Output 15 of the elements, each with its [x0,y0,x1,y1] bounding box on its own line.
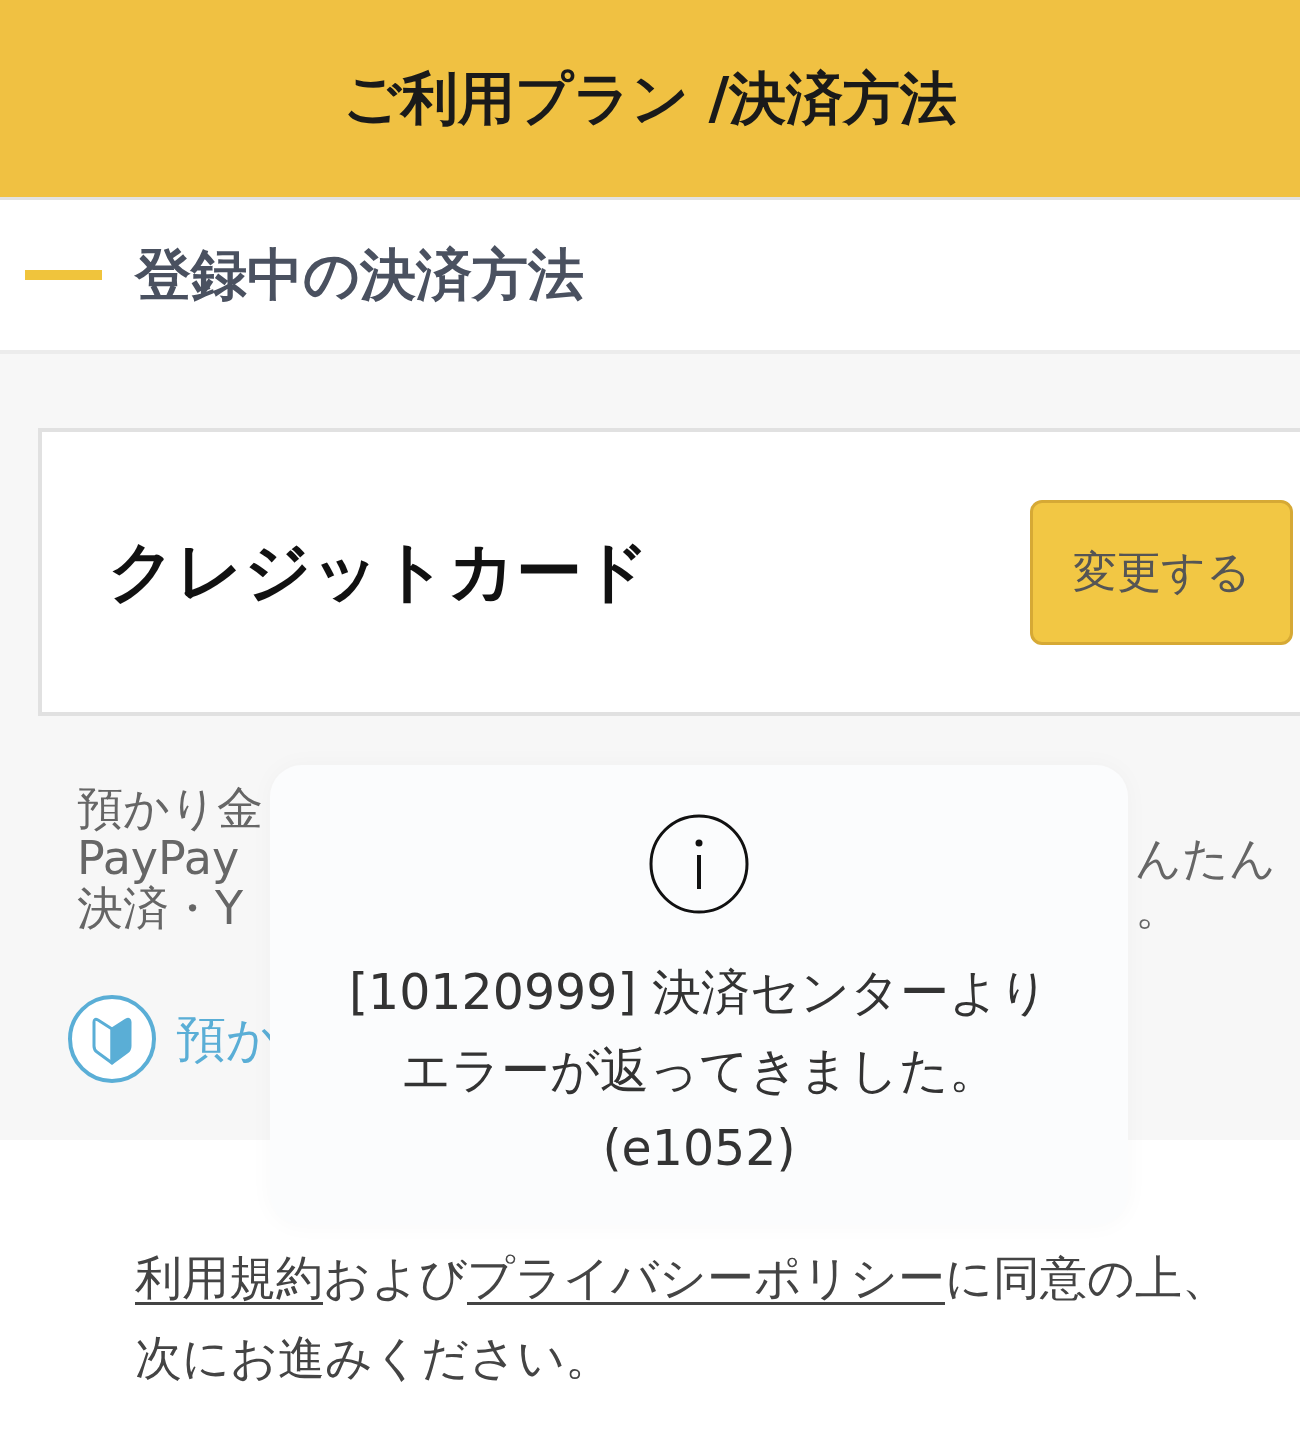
change-button[interactable]: 変更する [1030,499,1293,645]
dash-icon [25,270,102,280]
payment-method-name: クレジットカード [108,532,650,612]
section-title: 登録中の決済方法 [135,241,584,309]
notice-text: 。 [1135,883,1181,933]
notice-text: PayPay [77,833,240,883]
beginner-mark-icon [68,995,156,1083]
toast-message: [10120999] 決済センターより エラーが返ってきました。 (e1052) [348,963,1050,1179]
info-icon [649,814,749,914]
terms-link[interactable]: 利用規約 [135,1250,323,1305]
privacy-policy-link[interactable]: プライバシーポリシー [467,1250,945,1305]
notice-text: 決済・Y [77,883,244,933]
page-title: ご利用プラン /決済方法 [342,64,958,133]
notice-text: 預かり金 [77,783,263,833]
notice-text: んたん [1135,833,1276,883]
